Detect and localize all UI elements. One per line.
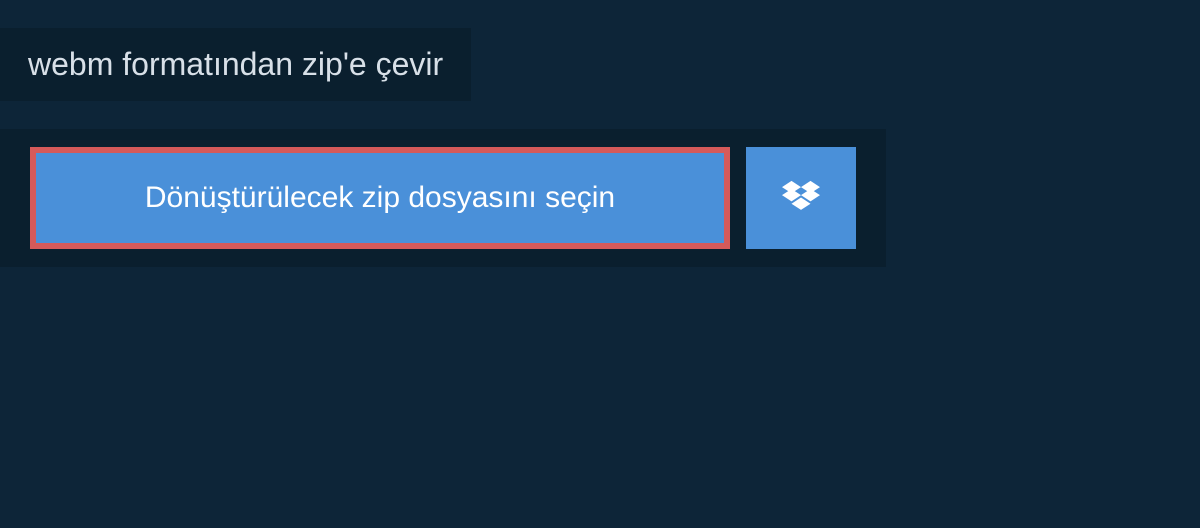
file-select-panel: Dönüştürülecek zip dosyasını seçin <box>0 129 886 267</box>
dropbox-icon <box>782 180 820 216</box>
header-bar: webm formatından zip'e çevir <box>0 28 471 101</box>
file-select-label: Dönüştürülecek zip dosyasını seçin <box>145 181 615 215</box>
dropbox-button[interactable] <box>746 147 856 249</box>
page-title: webm formatından zip'e çevir <box>28 46 443 83</box>
file-select-button[interactable]: Dönüştürülecek zip dosyasını seçin <box>30 147 730 249</box>
